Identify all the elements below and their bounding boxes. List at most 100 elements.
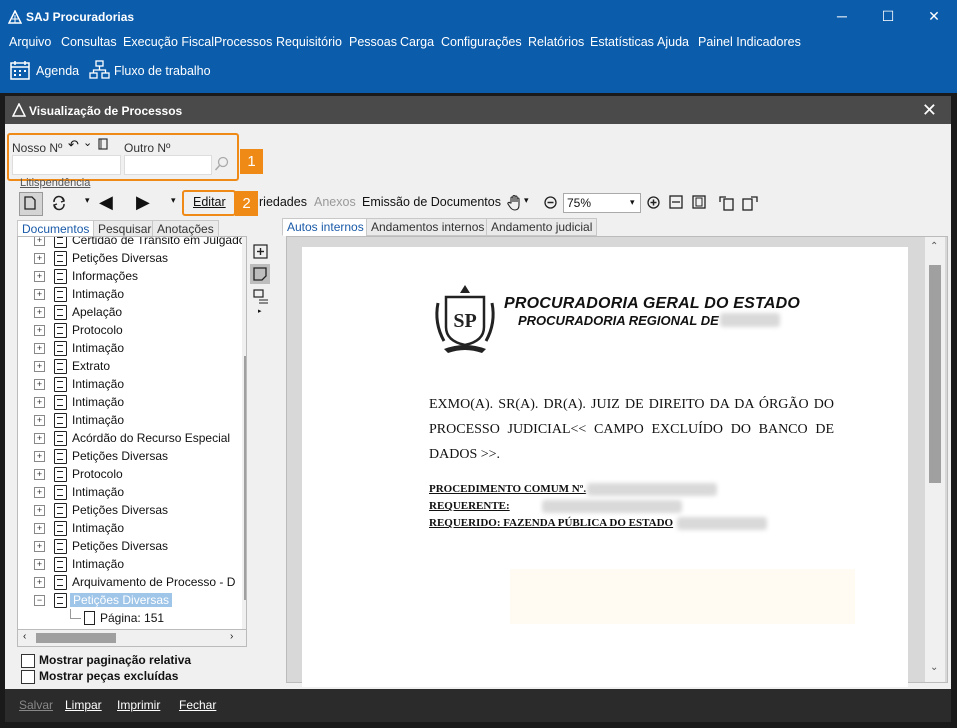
menu-pessoas[interactable]: Pessoas bbox=[349, 35, 397, 49]
tree-item[interactable]: + Informações bbox=[18, 267, 246, 285]
tree-item[interactable]: + Intimação bbox=[18, 519, 246, 537]
tree-item[interactable]: + Petições Diversas bbox=[18, 501, 246, 519]
rotate-right-icon[interactable] bbox=[741, 194, 759, 212]
menu-consultas[interactable]: Consultas bbox=[61, 35, 117, 49]
dialog-close-button[interactable]: ✕ bbox=[922, 100, 937, 121]
minimize-button[interactable]: ─ bbox=[819, 0, 865, 33]
expand-icon[interactable]: + bbox=[34, 253, 45, 264]
expand-icon[interactable]: + bbox=[34, 577, 45, 588]
rotate-left-icon[interactable] bbox=[718, 194, 736, 212]
add-note-icon[interactable] bbox=[253, 244, 268, 259]
tab-andamento-judicial[interactable]: Andamento judicial bbox=[486, 218, 598, 236]
doc-scroll-thumb[interactable] bbox=[929, 265, 941, 483]
tree-horizontal-scrollbar[interactable]: ‹ › bbox=[17, 629, 247, 647]
menu-relatorios[interactable]: Relatórios bbox=[528, 35, 584, 49]
propriedades-button[interactable]: riedades bbox=[259, 195, 307, 209]
anexos-button[interactable]: Anexos bbox=[314, 195, 356, 209]
tree-item[interactable]: + Intimação bbox=[18, 375, 246, 393]
more-arrow-icon[interactable]: ▸ bbox=[258, 307, 262, 315]
fit-width-icon[interactable] bbox=[669, 195, 683, 209]
expand-icon[interactable]: + bbox=[34, 505, 45, 516]
menu-ajuda[interactable]: Ajuda bbox=[657, 35, 689, 49]
expand-icon[interactable]: + bbox=[34, 361, 45, 372]
emissao-documentos-button[interactable]: Emissão de Documentos bbox=[362, 195, 501, 209]
outro-numero-input[interactable] bbox=[124, 155, 212, 175]
expand-icon[interactable]: + bbox=[34, 433, 45, 444]
salvar-button[interactable]: Salvar bbox=[19, 698, 53, 712]
expand-icon[interactable]: + bbox=[34, 325, 45, 336]
tree-item[interactable]: + Petições Diversas bbox=[18, 447, 246, 465]
tree-child-item[interactable]: Página: 151 bbox=[18, 609, 246, 627]
tab-autos-internos[interactable]: Autos internos bbox=[282, 218, 369, 236]
expand-icon[interactable]: + bbox=[34, 469, 45, 480]
scroll-left-icon[interactable]: ‹ bbox=[23, 631, 26, 642]
dropdown-arrow-icon[interactable]: ▾ bbox=[85, 195, 90, 206]
expand-icon[interactable]: + bbox=[34, 307, 45, 318]
maximize-button[interactable]: ☐ bbox=[865, 0, 911, 33]
close-button[interactable]: ✕ bbox=[911, 0, 957, 33]
tree-item[interactable]: + Arquivamento de Processo - D bbox=[18, 573, 246, 591]
menu-processos[interactable]: Processos bbox=[214, 35, 272, 49]
hand-icon[interactable] bbox=[507, 194, 523, 212]
fit-page-icon[interactable] bbox=[692, 195, 706, 209]
tree-item[interactable]: + Intimação bbox=[18, 555, 246, 573]
zoom-in-icon[interactable] bbox=[647, 196, 660, 209]
zoom-out-icon[interactable] bbox=[544, 196, 557, 209]
tree-item[interactable]: + Protocolo bbox=[18, 321, 246, 339]
document-vertical-scrollbar[interactable]: ⌃ ⌄ bbox=[925, 237, 945, 682]
menu-arquivo[interactable]: Arquivo bbox=[9, 35, 51, 49]
zoom-select[interactable]: 75% ▾ bbox=[563, 193, 641, 213]
expand-icon[interactable]: + bbox=[34, 379, 45, 390]
tree-item[interactable]: + Apelação bbox=[18, 303, 246, 321]
menu-execucao-fiscal[interactable]: Execução Fiscal bbox=[123, 35, 214, 49]
paginacao-relativa-checkbox[interactable] bbox=[21, 654, 35, 668]
tree-item[interactable]: + Intimação bbox=[18, 393, 246, 411]
menu-estatisticas[interactable]: Estatísticas bbox=[590, 35, 654, 49]
menu-carga[interactable]: Carga bbox=[400, 35, 434, 49]
chevron-down-icon[interactable]: ⌄ bbox=[83, 136, 92, 149]
tree-item[interactable]: + Petições Diversas bbox=[18, 249, 246, 267]
expand-icon[interactable]: + bbox=[34, 271, 45, 282]
menu-painel-indicadores[interactable]: Painel Indicadores bbox=[698, 35, 801, 49]
tree-item[interactable]: + Intimação bbox=[18, 411, 246, 429]
expand-icon[interactable]: + bbox=[34, 559, 45, 570]
agenda-button[interactable]: Agenda bbox=[36, 64, 79, 78]
tab-andamentos-internos[interactable]: Andamentos internos bbox=[366, 218, 490, 236]
tree-item[interactable]: + Protocolo bbox=[18, 465, 246, 483]
litispendencia-link[interactable]: Litispendência bbox=[20, 177, 90, 189]
expand-icon[interactable]: + bbox=[34, 237, 45, 246]
expand-icon[interactable]: + bbox=[34, 541, 45, 552]
undo-icon[interactable]: ↶ bbox=[68, 137, 79, 153]
documents-tree[interactable]: + Certidão de Trânsito em Julgado + Petiçõe… bbox=[17, 236, 247, 631]
pecas-excluidas-checkbox[interactable] bbox=[21, 670, 35, 684]
doc-scroll-down-icon[interactable]: ⌄ bbox=[930, 662, 938, 673]
menu-configuracoes[interactable]: Configurações bbox=[441, 35, 522, 49]
fechar-button[interactable]: Fechar bbox=[179, 698, 216, 712]
tree-item[interactable]: + Intimação bbox=[18, 339, 246, 357]
tree-item[interactable]: + Intimação bbox=[18, 285, 246, 303]
doc-scroll-up-icon[interactable]: ⌃ bbox=[930, 241, 938, 252]
tree-item[interactable]: + Acórdão do Recurso Especial bbox=[18, 429, 246, 447]
tree-hscroll-thumb[interactable] bbox=[36, 633, 116, 643]
note-list-icon[interactable] bbox=[253, 289, 269, 305]
menu-requisitorio[interactable]: Requisitório bbox=[276, 35, 342, 49]
tree-item[interactable]: + Extrato bbox=[18, 357, 246, 375]
tree-item[interactable]: − Petições Diversas bbox=[18, 591, 246, 609]
fluxo-trabalho-button[interactable]: Fluxo de trabalho bbox=[114, 64, 211, 78]
expand-icon[interactable]: + bbox=[34, 523, 45, 534]
next-dropdown-icon[interactable]: ▾ bbox=[171, 195, 176, 206]
refresh-icon[interactable] bbox=[51, 195, 67, 211]
next-page-button[interactable]: ▶ bbox=[136, 192, 150, 213]
expand-icon[interactable]: + bbox=[34, 451, 45, 462]
expand-icon[interactable]: + bbox=[34, 289, 45, 300]
nosso-numero-input[interactable] bbox=[12, 155, 121, 175]
expand-icon[interactable]: + bbox=[34, 415, 45, 426]
tree-item[interactable]: + Certidão de Trânsito em Julgado bbox=[18, 237, 246, 249]
tree-item[interactable]: + Intimação bbox=[18, 483, 246, 501]
scroll-right-icon[interactable]: › bbox=[230, 631, 233, 642]
editar-button[interactable]: Editar bbox=[193, 195, 226, 209]
search-icon[interactable] bbox=[214, 156, 230, 172]
expand-icon[interactable]: + bbox=[34, 343, 45, 354]
book-icon[interactable] bbox=[98, 138, 109, 150]
expand-icon[interactable]: − bbox=[34, 595, 45, 606]
